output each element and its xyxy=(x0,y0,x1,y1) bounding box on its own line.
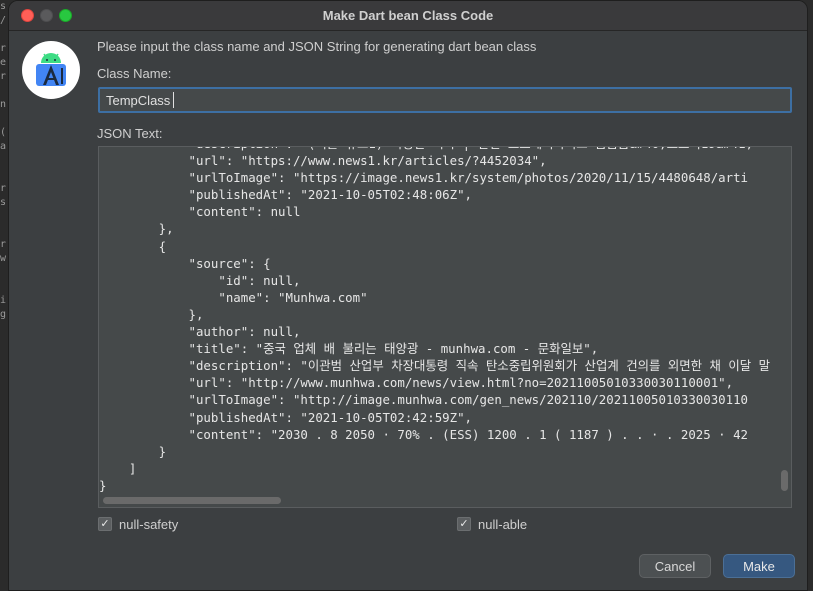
cancel-button[interactable]: Cancel xyxy=(639,554,711,578)
instruction-text: Please input the class name and JSON Str… xyxy=(97,39,537,54)
null-safety-checkbox[interactable]: ✓ xyxy=(98,517,112,531)
null-able-option[interactable]: ✓ null-able xyxy=(457,516,527,532)
json-text-area[interactable]: "description": "(서울=뉴스1) 이형진 기자 | 한전 포토에… xyxy=(98,146,792,508)
vertical-scrollbar[interactable] xyxy=(779,147,791,497)
class-name-input[interactable] xyxy=(98,87,792,113)
null-able-checkbox[interactable]: ✓ xyxy=(457,517,471,531)
json-text-label: JSON Text: xyxy=(97,126,163,141)
null-safety-option[interactable]: ✓ null-safety xyxy=(98,516,178,532)
vertical-scrollbar-thumb[interactable] xyxy=(781,470,788,491)
android-studio-icon xyxy=(22,41,80,99)
window-title: Make Dart bean Class Code xyxy=(322,8,494,23)
text-caret xyxy=(173,92,174,108)
make-button[interactable]: Make xyxy=(723,554,795,578)
null-safety-label: null-safety xyxy=(119,516,179,532)
title-bar: Make Dart bean Class Code xyxy=(9,1,807,31)
class-name-label: Class Name: xyxy=(97,66,172,81)
background-window-strip: s / r e r n ( a r s r w i g xyxy=(0,0,8,591)
dialog-window: Make Dart bean Class Code Please input t… xyxy=(8,0,808,591)
null-able-label: null-able xyxy=(478,516,528,532)
horizontal-scrollbar-thumb[interactable] xyxy=(103,497,281,504)
json-text-content[interactable]: "description": "(서울=뉴스1) 이형진 기자 | 한전 포토에… xyxy=(99,147,770,494)
